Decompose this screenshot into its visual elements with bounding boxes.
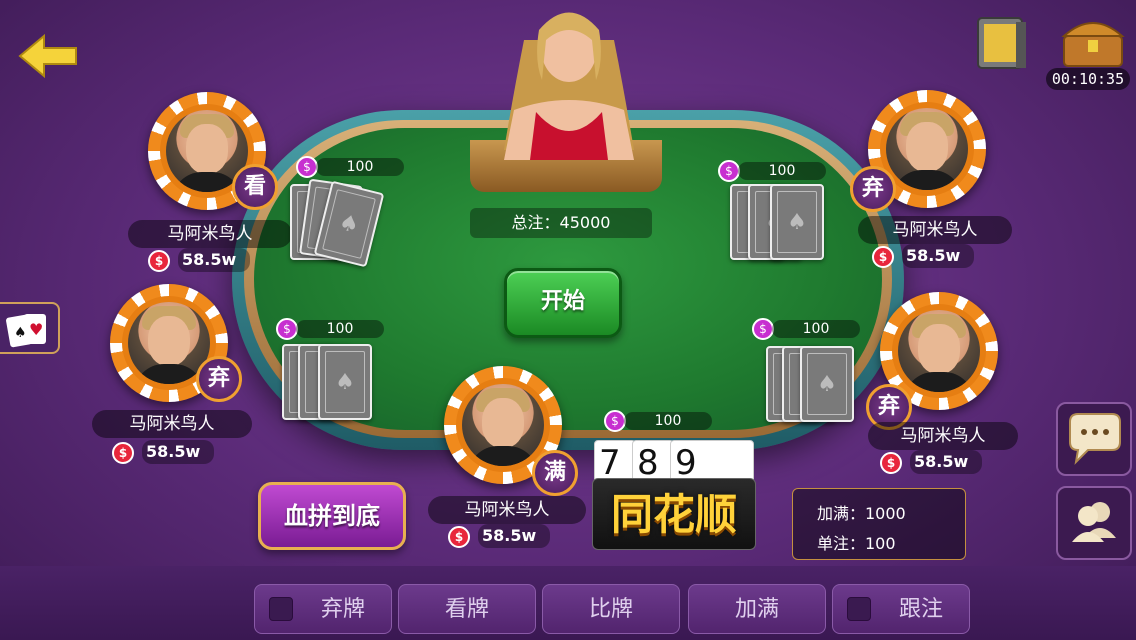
player-bet: $100 <box>718 160 828 182</box>
avatar <box>886 108 968 190</box>
status-badge: 满 <box>532 450 578 496</box>
player-money: $58.5w <box>448 524 551 548</box>
total-pot: 总注：45000 <box>470 208 652 238</box>
back-arrow-icon[interactable] <box>18 34 80 78</box>
vault-icon[interactable] <box>976 14 1028 72</box>
player-bet: $100 <box>296 156 406 178</box>
coin-icon: $ <box>296 156 318 178</box>
status-badge: 弃 <box>196 356 242 402</box>
coin-icon: $ <box>604 410 626 432</box>
svg-text:♥: ♥ <box>29 320 43 339</box>
coin-icon: $ <box>880 451 902 474</box>
bet-info-box: 加满：1000 单注：100 <box>792 488 966 560</box>
coin-icon: $ <box>752 318 774 340</box>
player-bet: $100 <box>276 318 386 340</box>
avatar <box>898 310 980 392</box>
blood-fight-button[interactable]: 血拼到底 <box>258 482 406 550</box>
playing-cards-icon: ♠ ♥ <box>6 314 46 348</box>
game-timer: 00:10:35 <box>1046 68 1130 90</box>
single-bet-text: 单注：100 <box>817 534 896 553</box>
player-name: 马阿米鸟人 <box>868 422 1018 450</box>
player-bet: $100 <box>752 318 862 340</box>
player-name: 马阿米鸟人 <box>428 496 586 524</box>
coin-icon: $ <box>448 525 470 548</box>
compare-button[interactable]: 比牌 <box>542 584 680 634</box>
users-icon <box>1072 502 1116 542</box>
card-back: ♠ <box>318 344 372 420</box>
card-back: ♠ <box>770 184 824 260</box>
player-name: 马阿米鸟人 <box>858 216 1012 244</box>
fold-checkbox[interactable] <box>269 597 293 621</box>
friends-button[interactable] <box>1056 486 1132 560</box>
coin-icon: $ <box>148 249 170 272</box>
player-bet: $100 <box>604 410 714 432</box>
coin-icon: $ <box>112 441 134 464</box>
card-rules-button[interactable]: ♠ ♥ <box>0 302 60 354</box>
hand-type-label: 同花顺 <box>592 478 756 550</box>
chat-button[interactable] <box>1056 402 1132 476</box>
player-money: $58.5w <box>872 244 975 268</box>
avatar <box>462 384 544 466</box>
follow-button[interactable]: 跟注 <box>832 584 970 634</box>
status-badge: 弃 <box>850 166 896 212</box>
player-money: $58.5w <box>148 248 251 272</box>
treasure-chest-icon[interactable] <box>1058 14 1128 70</box>
dealer-image <box>504 12 634 160</box>
look-button[interactable]: 看牌 <box>398 584 536 634</box>
coin-icon: $ <box>276 318 298 340</box>
max-raise-text: 加满：1000 <box>817 504 906 523</box>
player-name: 马阿米鸟人 <box>128 220 292 248</box>
follow-checkbox[interactable] <box>847 597 871 621</box>
player-name: 马阿米鸟人 <box>92 410 252 438</box>
fold-button[interactable]: 弃牌 <box>254 584 392 634</box>
card-back: ♠ <box>800 346 854 422</box>
svg-text:♠: ♠ <box>14 325 27 341</box>
status-badge: 看 <box>232 164 278 210</box>
coin-icon: $ <box>718 160 740 182</box>
player-money: $58.5w <box>112 440 215 464</box>
start-button[interactable]: 开始 <box>504 268 622 338</box>
chat-bubble-icon <box>1069 413 1121 465</box>
coin-icon: $ <box>872 245 894 268</box>
player-money: $58.5w <box>880 450 983 474</box>
max-raise-button[interactable]: 加满 <box>688 584 826 634</box>
